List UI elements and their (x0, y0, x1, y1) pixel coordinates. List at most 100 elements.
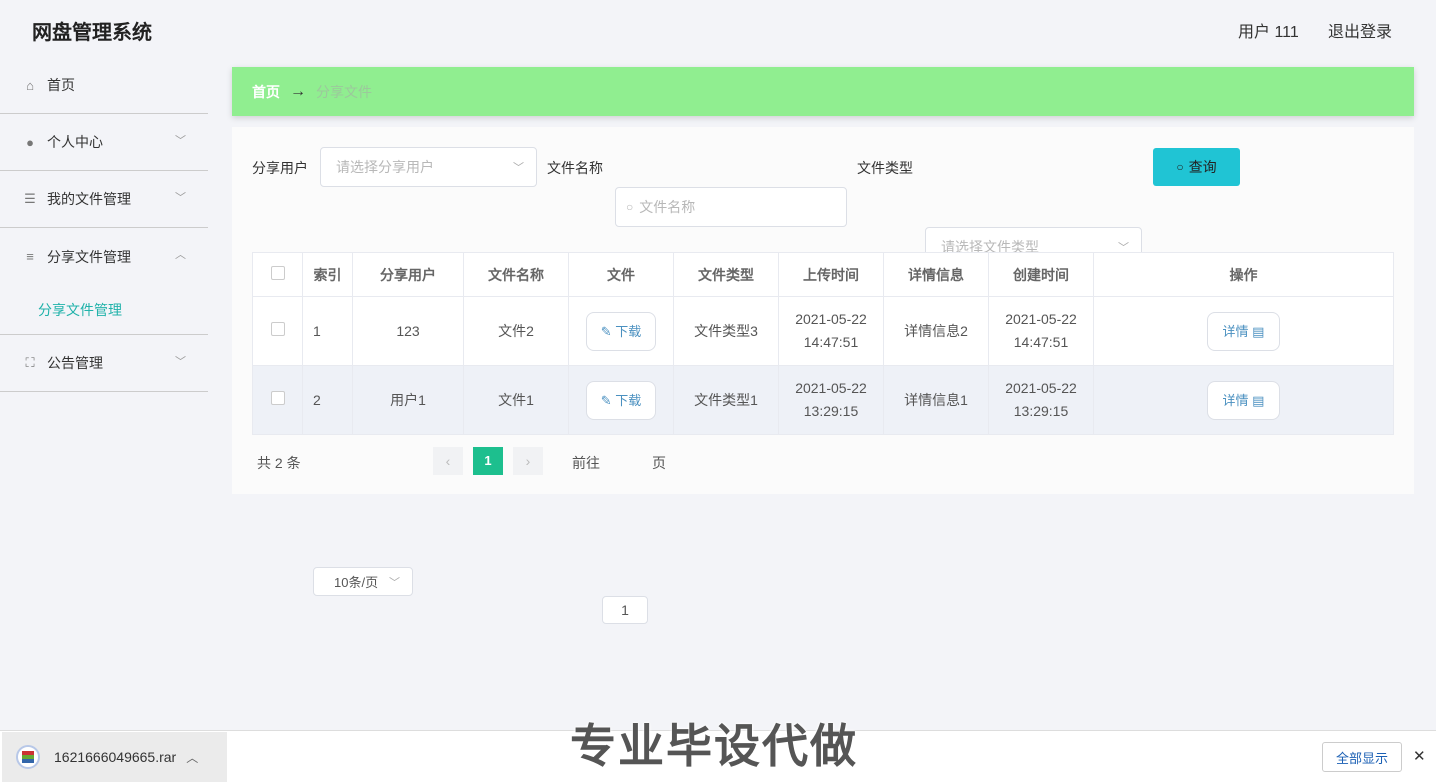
sidebar: ⌂ 首页 ● 个人中心 ﹀ ☰ 我的文件管理 ﹀ ≡ 分享文件管理 ︿ 分享文件管理 ⛶ 公告管… (0, 57, 208, 392)
user-icon: ● (26, 134, 34, 150)
sidebar-item-label: 分享文件管理 (47, 248, 131, 265)
sidebar-item-label: 公告管理 (47, 355, 103, 371)
sliders-icon: ☰ (24, 191, 36, 206)
cell-type: 文件类型1 (673, 365, 779, 435)
cell-actions: 详情 ▤ (1093, 296, 1394, 366)
document-icon: ▤ (1248, 323, 1265, 339)
time: 14:47:51 (803, 334, 859, 350)
sidebar-item-home[interactable]: ⌂ 首页 (0, 57, 208, 114)
row-checkbox[interactable] (252, 296, 303, 366)
share-user-label: 分享用户 (252, 160, 308, 176)
table-header: 索引 分享用户 文件名称 文件 文件类型 上传时间 详情信息 创建时间 操作 (252, 252, 1394, 297)
download-button[interactable]: ✎ 下载 (585, 380, 657, 420)
row-checkbox[interactable] (252, 365, 303, 435)
time: 13:29:15 (803, 403, 859, 419)
sidebar-item-profile[interactable]: ● 个人中心 ﹀ (0, 114, 208, 171)
goto-page-input[interactable]: 1 (602, 596, 648, 624)
cell-upload-time: 2021-05-22 13:29:15 (778, 365, 884, 435)
table-row: 1 123 文件2 ✎ 下载 文件类型3 2021-05-22 14:47:51 … (252, 296, 1394, 366)
detail-button[interactable]: 详情 ▤ (1206, 380, 1281, 420)
chevron-down-icon: ﹀ (175, 192, 186, 204)
chevron-down-icon: ﹀ (513, 162, 524, 174)
sidebar-item-notices[interactable]: ⛶ 公告管理 ﹀ (0, 335, 208, 392)
breadcrumb-current: 分享文件 (316, 83, 372, 100)
detail-label: 详情 (1222, 323, 1249, 339)
detail-button[interactable]: 详情 ▤ (1206, 311, 1281, 351)
sidebar-item-label: 个人中心 (47, 134, 103, 150)
cell-index: 1 (302, 296, 353, 366)
cell-info: 详情信息1 (883, 365, 989, 435)
app-title: 网盘管理系统 (32, 22, 152, 44)
current-user: 用户 111 (1238, 24, 1299, 41)
archive-icon (16, 745, 40, 769)
column-header: 上传时间 (778, 252, 884, 297)
page-size-value: 10条/页 (334, 575, 379, 590)
cell-index: 2 (302, 365, 353, 435)
download-file-name: 1621666049665.rar (54, 749, 177, 765)
detail-label: 详情 (1222, 392, 1249, 408)
column-header: 文件名称 (463, 252, 569, 297)
date: 2021-05-22 (1005, 380, 1077, 396)
sidebar-item-label: 首页 (47, 77, 75, 93)
share-user-select[interactable]: 请选择分享用户 ﹀ (320, 147, 537, 187)
shared-files-table: 索引 分享用户 文件名称 文件 文件类型 上传时间 详情信息 创建时间 操作 1… (252, 252, 1394, 435)
cell-file: ✎ 下载 (568, 296, 674, 366)
time: 14:47:51 (1013, 334, 1069, 350)
download-item[interactable]: 1621666049665.rar ︿ (2, 732, 227, 782)
arrow-icon: → (290, 82, 306, 100)
chevron-down-icon: ﹀ (175, 135, 186, 147)
cell-user: 123 (352, 296, 464, 366)
watermark: 专业毕设代做 (570, 720, 858, 772)
column-header: 文件 (568, 252, 674, 297)
breadcrumb-home[interactable]: 首页 (252, 82, 280, 102)
sidebar-item-label: 我的文件管理 (47, 191, 131, 207)
page-suffix: 页 (652, 455, 666, 471)
breadcrumb: 首页 → 分享文件 (232, 67, 1414, 116)
list-icon: ≡ (26, 249, 34, 264)
close-icon[interactable]: ✕ (1413, 747, 1426, 765)
download-label: 下载 (615, 392, 642, 408)
placeholder: 请选择分享用户 (336, 159, 434, 175)
cell-create-time: 2021-05-22 14:47:51 (988, 296, 1094, 366)
cell-name: 文件1 (463, 365, 569, 435)
file-type-label: 文件类型 (857, 160, 913, 176)
download-label: 下载 (615, 323, 642, 339)
time: 13:29:15 (1013, 403, 1069, 419)
table-row: 2 用户1 文件1 ✎ 下载 文件类型1 2021-05-22 13:29:15 … (252, 365, 1394, 435)
download-button[interactable]: ✎ 下载 (585, 311, 657, 351)
sidebar-subitem-shared-files[interactable]: 分享文件管理 (0, 285, 208, 335)
home-icon: ⌂ (26, 77, 34, 93)
sidebar-item-shared-files[interactable]: ≡ 分享文件管理 ︿ (0, 228, 208, 285)
cell-info: 详情信息2 (883, 296, 989, 366)
next-page-button[interactable]: › (513, 447, 543, 475)
page-size-select[interactable]: 10条/页 ﹀ (313, 567, 413, 596)
cell-actions: 详情 ▤ (1093, 365, 1394, 435)
column-header: 文件类型 (673, 252, 779, 297)
logout-link[interactable]: 退出登录 (1328, 18, 1392, 42)
chevron-up-icon[interactable]: ︿ (186, 749, 198, 766)
chevron-down-icon: ﹀ (389, 577, 400, 589)
placeholder: 文件名称 (639, 199, 696, 215)
edit-icon: ✎ (600, 323, 616, 339)
prev-page-button[interactable]: ‹ (433, 447, 463, 475)
query-button[interactable]: ○ 查询 (1153, 148, 1240, 186)
document-icon: ▤ (1248, 392, 1265, 408)
column-header: 索引 (302, 252, 353, 297)
search-icon: ○ (1176, 160, 1184, 174)
cell-type: 文件类型3 (673, 296, 779, 366)
column-header: 创建时间 (988, 252, 1094, 297)
column-header: 操作 (1093, 252, 1394, 297)
cell-file: ✎ 下载 (568, 365, 674, 435)
chevron-up-icon: ︿ (175, 249, 186, 261)
sidebar-item-my-files[interactable]: ☰ 我的文件管理 ﹀ (0, 171, 208, 228)
goto-label: 前往 (572, 455, 600, 471)
cell-name: 文件2 (463, 296, 569, 366)
file-name-input[interactable]: ○ 文件名称 (615, 187, 847, 227)
date: 2021-05-22 (795, 311, 867, 327)
search-icon: ○ (626, 200, 634, 214)
column-header: 详情信息 (883, 252, 989, 297)
page-1-button[interactable]: 1 (473, 447, 503, 475)
show-all-button[interactable]: 全部显示 (1322, 742, 1402, 772)
select-all-checkbox[interactable] (252, 252, 303, 297)
frame-icon: ⛶ (25, 355, 35, 370)
